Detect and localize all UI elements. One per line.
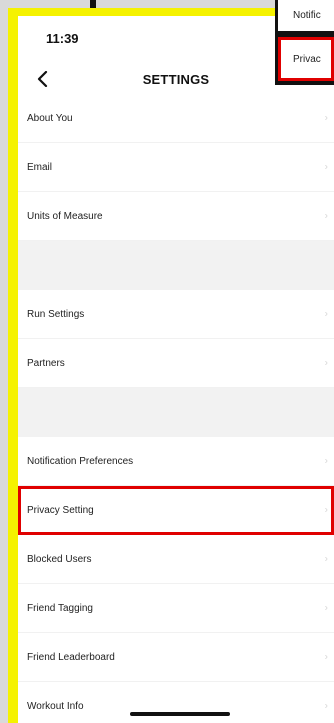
- home-indicator: [130, 712, 230, 716]
- settings-item-label: Partners: [27, 357, 65, 369]
- settings-item-label: About You: [27, 112, 73, 124]
- settings-item-units-of-measure[interactable]: Units of Measure ›: [18, 192, 334, 241]
- section-spacer: [18, 241, 334, 290]
- settings-screen: 11:39 SETTINGS About You › Email › Units of …: [18, 16, 334, 723]
- settings-item-label: Friend Tagging: [27, 602, 93, 614]
- settings-item-label: Friend Leaderboard: [27, 651, 115, 663]
- settings-list: About You › Email › Units of Measure › Run Set…: [18, 94, 334, 723]
- chevron-right-icon: ›: [324, 700, 328, 712]
- settings-item-label: Units of Measure: [27, 210, 103, 222]
- settings-item-partners[interactable]: Partners ›: [18, 339, 334, 388]
- popup-item-label: Privac: [293, 53, 321, 65]
- chevron-right-icon: ›: [324, 455, 328, 467]
- chevron-right-icon: ›: [324, 357, 328, 369]
- chevron-right-icon: ›: [324, 602, 328, 614]
- status-time: 11:39: [46, 31, 79, 46]
- phone-frame: 11:39 SETTINGS About You › Email › Units of …: [8, 8, 334, 723]
- settings-item-label: Workout Info: [27, 700, 84, 712]
- chevron-right-icon: ›: [324, 161, 328, 173]
- settings-item-friend-leaderboard[interactable]: Friend Leaderboard ›: [18, 633, 334, 682]
- popup-item-label: Notific: [293, 10, 321, 21]
- section-spacer: [18, 388, 334, 437]
- chevron-right-icon: ›: [324, 651, 328, 663]
- chevron-right-icon: ›: [324, 308, 328, 320]
- popup-item-privacy[interactable]: Privac: [278, 37, 334, 81]
- settings-item-label: Blocked Users: [27, 553, 92, 565]
- popup-fragment: Notific Privac: [275, 0, 334, 85]
- chevron-right-icon: ›: [324, 112, 328, 124]
- settings-item-label: Privacy Setting: [27, 504, 94, 516]
- settings-item-label: Notification Preferences: [27, 455, 134, 467]
- popup-item-notifications[interactable]: Notific: [278, 0, 334, 31]
- settings-item-label: Email: [27, 161, 53, 173]
- settings-item-friend-tagging[interactable]: Friend Tagging ›: [18, 584, 334, 633]
- chevron-right-icon: ›: [324, 504, 328, 516]
- settings-item-about-you[interactable]: About You ›: [18, 94, 334, 143]
- settings-item-blocked-users[interactable]: Blocked Users ›: [18, 535, 334, 584]
- chevron-right-icon: ›: [324, 553, 328, 565]
- settings-item-label: Run Settings: [27, 308, 85, 320]
- settings-item-workout-info[interactable]: Workout Info ›: [18, 682, 334, 723]
- settings-item-privacy-setting[interactable]: Privacy Setting ›: [18, 486, 334, 535]
- chevron-right-icon: ›: [324, 210, 328, 222]
- settings-item-email[interactable]: Email ›: [18, 143, 334, 192]
- settings-item-notification-preferences[interactable]: Notification Preferences ›: [18, 437, 334, 486]
- settings-item-run-settings[interactable]: Run Settings ›: [18, 290, 334, 339]
